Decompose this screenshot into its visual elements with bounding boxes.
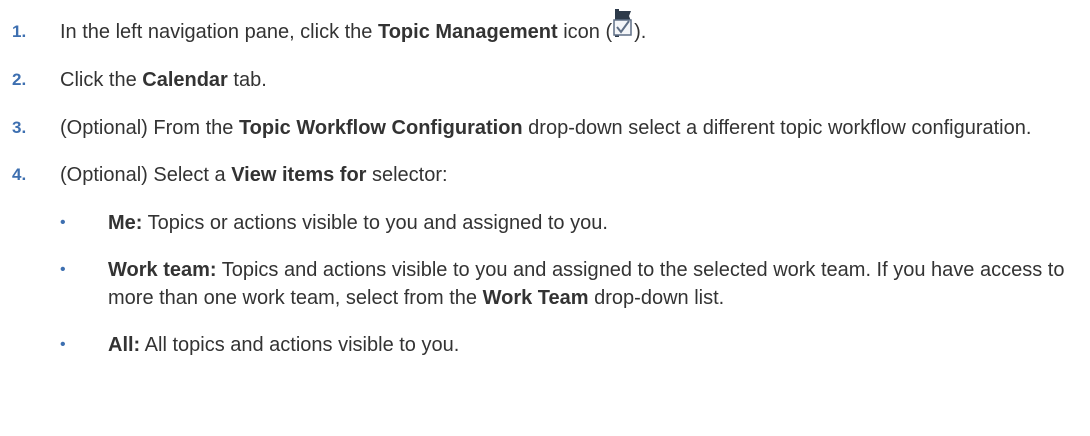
step-3: 3. (Optional) From the Topic Workflow Co… bbox=[0, 114, 1090, 142]
step-text: Click the bbox=[60, 69, 143, 91]
list-item: • All: All topics and actions visible to… bbox=[60, 331, 1090, 359]
option-name: Work team: bbox=[108, 259, 217, 281]
option-description: Topics or actions visible to you and ass… bbox=[142, 212, 608, 234]
list-item: • Work team: Topics and actions visible … bbox=[60, 256, 1090, 312]
bullet-icon: • bbox=[60, 336, 66, 353]
option-description: All topics and actions visible to you. bbox=[140, 334, 460, 356]
step-number: 1. bbox=[12, 22, 27, 41]
step-number: 3. bbox=[12, 118, 27, 137]
ui-term: Topic Workflow Configuration bbox=[238, 117, 523, 139]
bullet-icon: • bbox=[60, 214, 66, 231]
step-text: ). bbox=[634, 21, 647, 43]
step-number: 4. bbox=[12, 165, 27, 184]
step-number: 2. bbox=[12, 70, 27, 89]
step-text: selector: bbox=[366, 164, 448, 186]
option-name: Me: bbox=[108, 212, 143, 234]
step-text: drop-down select a different topic workf… bbox=[522, 117, 1032, 139]
topic-management-icon bbox=[612, 9, 634, 40]
procedure-steps: 1. In the left navigation pane, click th… bbox=[0, 0, 1090, 359]
ui-term: Calendar bbox=[142, 69, 228, 91]
step-text: (Optional) Select a bbox=[60, 164, 232, 186]
list-item: • Me: Topics or actions visible to you a… bbox=[60, 209, 1090, 237]
step-4: 4. (Optional) Select a View items for se… bbox=[0, 161, 1090, 359]
step-1: 1. In the left navigation pane, click th… bbox=[0, 9, 1090, 46]
option-description: drop-down list. bbox=[588, 287, 725, 309]
ui-term: Topic Management bbox=[377, 21, 558, 43]
step-text: tab. bbox=[227, 69, 267, 91]
step-text: (Optional) From the bbox=[60, 117, 239, 139]
ui-term: Work Team bbox=[482, 287, 589, 309]
option-name: All: bbox=[108, 334, 141, 356]
step-text: icon ( bbox=[557, 21, 613, 43]
bullet-icon: • bbox=[60, 261, 66, 278]
step-text: In the left navigation pane, click the bbox=[60, 21, 378, 43]
step-2: 2. Click the Calendar tab. bbox=[0, 66, 1090, 94]
selector-options-list: • Me: Topics or actions visible to you a… bbox=[60, 209, 1090, 359]
ui-term: View items for bbox=[231, 164, 367, 186]
